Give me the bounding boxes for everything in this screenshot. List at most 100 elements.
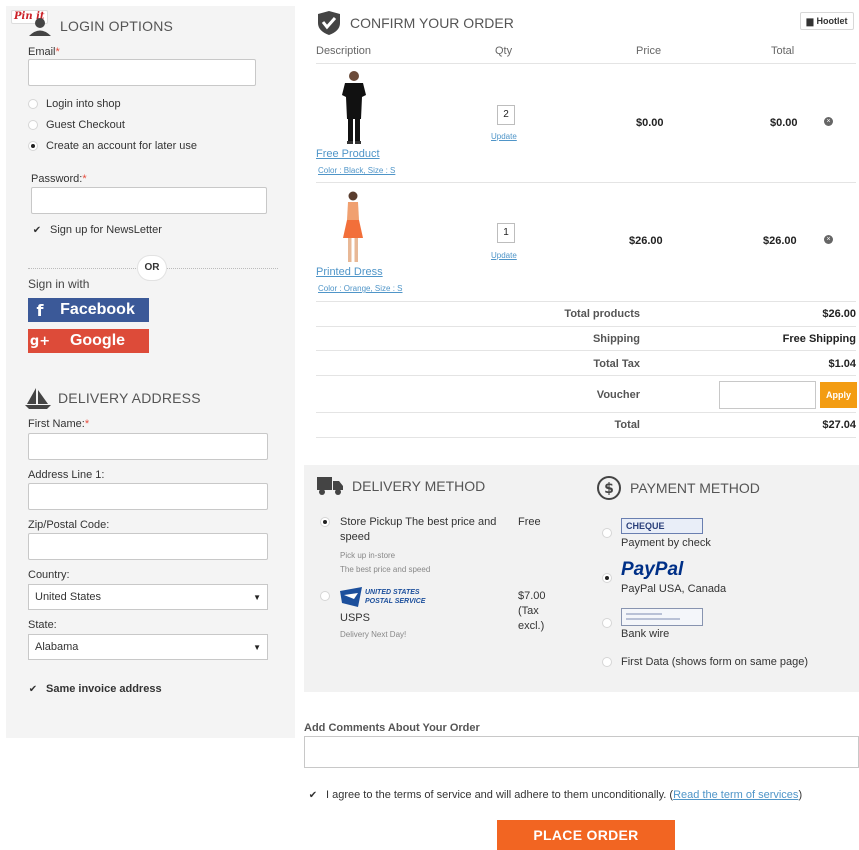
total-tax-value: $1.04 [828,358,856,370]
product-attributes-link[interactable]: Color : Black, Size : S [318,166,395,175]
col-price: Price [636,45,662,57]
qty-input[interactable]: 2 [497,105,515,125]
dollar-icon: $ [597,476,621,500]
user-icon [29,18,51,36]
payment-firstdata-radio[interactable] [602,657,612,667]
first-name-input[interactable] [28,433,268,460]
divider [316,375,856,376]
delivery-option-store-pickup-radio[interactable] [320,517,330,527]
email-input[interactable] [28,59,256,86]
caret-down-icon: ▼ [253,642,261,652]
paypal-logo: PayPal [621,559,684,580]
login-options-title: LOGIN OPTIONS [60,18,174,34]
item-price: $26.00 [629,235,663,247]
truck-icon [317,477,343,495]
bank-wire-logo [621,608,703,626]
radio-create-account[interactable] [28,141,38,151]
newsletter-checkbox[interactable]: ✔ [32,225,42,236]
facebook-login-button[interactable]: f Facebook [28,298,149,322]
country-select[interactable]: United States ▼ [28,584,268,610]
state-select[interactable]: Alabama ▼ [28,634,268,660]
login-options-heading: LOGIN OPTIONS [26,16,173,36]
divider [316,350,856,351]
bankwire-label[interactable]: Bank wire [621,627,669,642]
payment-cheque-radio[interactable] [602,528,612,538]
hootlet-icon: ▆ [806,15,814,26]
store-pickup-price: Free [518,516,541,528]
hootlet-button[interactable]: ▆ Hootlet [800,12,854,30]
divider [316,326,856,327]
comments-label: Add Comments About Your Order [304,722,480,734]
remove-item-icon[interactable]: × [824,235,833,244]
product-attributes-link[interactable]: Color : Orange, Size : S [318,284,402,293]
delivery-option-usps-radio[interactable] [320,591,330,601]
col-total: Total [771,45,795,57]
radio-login-into-shop[interactable] [28,99,38,109]
address-line-input[interactable] [28,483,268,510]
store-pickup-label[interactable]: Store Pickup The best price and speed [340,515,510,545]
paypal-label[interactable]: PayPal USA, Canada [621,582,726,597]
same-invoice-checkbox[interactable]: ✔ [28,684,38,695]
login-option-guest[interactable]: Guest Checkout [28,119,125,131]
first-name-label: First Name:* [28,418,90,430]
product-name-link[interactable]: Free Product [316,148,380,160]
comments-textarea[interactable] [304,736,859,768]
zip-label: Zip/Postal Code: [28,519,110,531]
order-total-label: Total [614,419,640,431]
google-login-button[interactable]: g+ Google [28,329,149,353]
cheque-label[interactable]: Payment by check [621,536,711,551]
divider [316,182,856,183]
total-products-value: $26.00 [822,308,856,320]
item-total: $26.00 [763,235,797,247]
order-total-value: $27.04 [822,419,856,431]
password-input[interactable] [31,187,267,214]
caret-down-icon: ▼ [253,592,261,602]
item-price: $0.00 [636,117,664,129]
login-option-create-account[interactable]: Create an account for later use [28,140,197,152]
total-products-label: Total products [564,308,640,320]
shipping-value: Free Shipping [782,333,856,345]
country-label: Country: [28,569,70,581]
col-description: Description [316,45,372,57]
radio-guest-checkout[interactable] [28,120,38,130]
voucher-input[interactable] [719,381,816,409]
divider [316,412,856,413]
product-name-link[interactable]: Printed Dress [316,266,383,278]
confirm-order-title: CONFIRM YOUR ORDER [350,15,514,31]
divider [316,63,856,64]
update-qty-link[interactable]: Update [491,251,517,260]
payment-paypal-radio[interactable] [602,573,612,583]
product-image-printed-dress[interactable] [338,190,368,266]
delivery-method-heading: DELIVERY METHOD [316,475,485,497]
qty-input[interactable]: 1 [497,223,515,243]
product-image-free-product[interactable] [336,69,372,147]
terms-link[interactable]: Read the term of services [673,789,798,801]
update-qty-link[interactable]: Update [491,132,517,141]
password-label: Password:* [31,173,87,185]
firstdata-label[interactable]: First Data (shows form on same page) [621,655,808,670]
same-invoice-row[interactable]: ✔ Same invoice address [28,683,162,695]
total-tax-label: Total Tax [593,358,640,370]
place-order-button[interactable]: PLACE ORDER [497,820,675,850]
terms-checkbox[interactable]: ✔ [308,790,318,801]
customer-info-panel: Pin it LOGIN OPTIONS Email* Login into s… [6,6,295,738]
svg-text:$: $ [604,481,614,497]
eagle-icon [340,587,362,607]
login-option-login[interactable]: Login into shop [28,98,121,110]
usps-price: $7.00 (Tax excl.) [518,590,546,632]
delivery-address-title: DELIVERY ADDRESS [58,390,201,406]
item-total: $0.00 [770,117,798,129]
usps-label[interactable]: USPS [340,611,370,626]
divider [316,301,856,302]
shield-check-icon [318,11,340,35]
address-line-label: Address Line 1: [28,469,105,481]
google-plus-icon: g+ [29,333,51,349]
cheque-logo: CHEQUE [621,518,703,534]
voucher-label: Voucher [596,389,640,401]
remove-item-icon[interactable]: × [824,117,833,126]
payment-bankwire-radio[interactable] [602,618,612,628]
newsletter-checkbox-row[interactable]: ✔ Sign up for NewsLetter [32,224,162,236]
apply-voucher-button[interactable]: Apply [820,382,857,408]
zip-input[interactable] [28,533,268,560]
confirm-order-heading: CONFIRM YOUR ORDER [316,10,514,36]
